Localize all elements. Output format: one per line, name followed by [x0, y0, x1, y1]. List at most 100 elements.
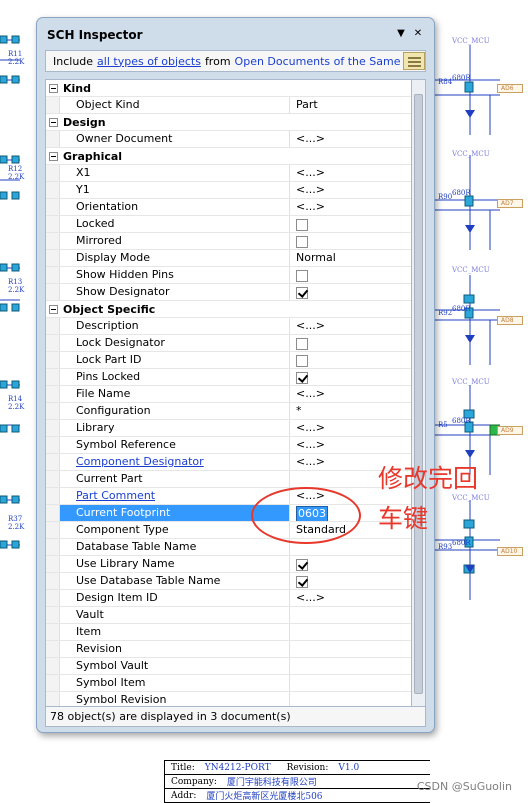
document-scope-link[interactable]: Open Documents of the Same Project — [235, 55, 425, 68]
property-row-vault[interactable]: Vault — [46, 607, 411, 624]
property-name-text: Show Hidden Pins — [76, 268, 174, 281]
property-row-description[interactable]: Description <...> — [46, 318, 411, 335]
property-row-mirrored[interactable]: Mirrored — [46, 233, 411, 250]
checkbox[interactable] — [296, 354, 308, 367]
collapse-icon[interactable] — [49, 304, 58, 314]
property-row-component-designator[interactable]: Component Designator <...> — [46, 454, 411, 471]
scrollbar-thumb[interactable] — [414, 94, 423, 694]
property-value[interactable] — [290, 233, 411, 249]
ref-label: R90 — [438, 193, 453, 201]
property-value[interactable]: <...> — [290, 437, 411, 453]
property-value[interactable] — [290, 624, 411, 640]
checkbox[interactable] — [296, 218, 308, 231]
checkbox[interactable] — [296, 371, 308, 384]
close-icon[interactable]: ✕ — [411, 28, 425, 39]
property-value[interactable]: Normal — [290, 250, 411, 266]
category-object-specific[interactable]: Object Specific — [46, 301, 411, 318]
checkbox[interactable] — [296, 575, 308, 588]
checkbox[interactable] — [296, 269, 308, 282]
category-graphical[interactable]: Graphical — [46, 148, 411, 165]
property-row-current-part[interactable]: Current Part — [46, 471, 411, 488]
property-row-library[interactable]: Library <...> — [46, 420, 411, 437]
property-value[interactable] — [290, 284, 411, 300]
checkbox[interactable] — [296, 286, 308, 299]
property-name[interactable]: Component Designator — [60, 454, 290, 470]
title-block-row: Addr: 厦门火炬高新区光厦楼北506 — [165, 789, 430, 803]
property-value-text: <...> — [296, 387, 325, 400]
property-row-display-mode[interactable]: Display Mode Normal — [46, 250, 411, 267]
property-row-symbol-revision[interactable]: Symbol Revision — [46, 692, 411, 706]
property-row-lock-part-id[interactable]: Lock Part ID — [46, 352, 411, 369]
property-name: Item — [60, 624, 290, 640]
property-row-x1[interactable]: X1 <...> — [46, 165, 411, 182]
property-row-locked[interactable]: Locked — [46, 216, 411, 233]
panel-menu-icon[interactable]: ▼ — [394, 28, 408, 39]
property-row-y1[interactable]: Y1 <...> — [46, 182, 411, 199]
property-row-object-kind[interactable]: Object Kind Part — [46, 97, 411, 114]
property-row-item[interactable]: Item — [46, 624, 411, 641]
property-row-revision[interactable]: Revision — [46, 641, 411, 658]
property-value[interactable]: <...> — [290, 386, 411, 402]
property-value[interactable] — [290, 658, 411, 674]
property-row-database-table-name[interactable]: Database Table Name — [46, 539, 411, 556]
property-row-orientation[interactable]: Orientation <...> — [46, 199, 411, 216]
property-row-show-designator[interactable]: Show Designator — [46, 284, 411, 301]
property-row-show-hidden-pins[interactable]: Show Hidden Pins — [46, 267, 411, 284]
property-value[interactable] — [290, 675, 411, 691]
property-value[interactable]: <...> — [290, 420, 411, 436]
checkbox[interactable] — [296, 558, 308, 571]
property-value[interactable]: <...> — [290, 199, 411, 215]
panel-title: SCH Inspector — [47, 28, 143, 42]
property-row-owner-document[interactable]: Owner Document <...> — [46, 131, 411, 148]
property-name-text: Current Part — [76, 472, 143, 485]
property-value[interactable] — [290, 692, 411, 706]
property-value[interactable]: * — [290, 403, 411, 419]
property-row-lock-designator[interactable]: Lock Designator — [46, 335, 411, 352]
property-name[interactable]: Part Comment — [60, 488, 290, 504]
property-value[interactable] — [290, 369, 411, 385]
property-row-use-database-table-name[interactable]: Use Database Table Name — [46, 573, 411, 590]
property-value[interactable]: <...> — [290, 131, 411, 147]
property-value[interactable] — [290, 352, 411, 368]
company-key: Company: — [171, 776, 217, 787]
checkbox[interactable] — [296, 337, 308, 350]
property-name-text: Display Mode — [76, 251, 151, 264]
property-value[interactable]: <...> — [290, 590, 411, 606]
property-row-design-item-id[interactable]: Design Item ID <...> — [46, 590, 411, 607]
row-gutter — [46, 233, 60, 249]
panel-titlebar[interactable]: SCH Inspector ▼ ✕ — [37, 18, 434, 52]
category-title: Design — [63, 115, 106, 129]
property-row-configuration[interactable]: Configuration * — [46, 403, 411, 420]
category-kind[interactable]: Kind — [46, 80, 411, 97]
row-gutter — [46, 675, 60, 691]
property-value[interactable] — [290, 216, 411, 232]
collapse-icon[interactable] — [49, 117, 58, 127]
property-value[interactable]: <...> — [290, 182, 411, 198]
property-value[interactable] — [290, 607, 411, 623]
collapse-icon[interactable] — [49, 83, 58, 93]
property-row-use-library-name[interactable]: Use Library Name — [46, 556, 411, 573]
object-types-link[interactable]: all types of objects — [97, 55, 201, 68]
property-value[interactable] — [290, 641, 411, 657]
property-row-symbol-vault[interactable]: Symbol Vault — [46, 658, 411, 675]
collapse-icon[interactable] — [49, 151, 58, 161]
property-value[interactable]: Part — [290, 97, 411, 113]
checkbox[interactable] — [296, 235, 308, 248]
property-value[interactable] — [290, 335, 411, 351]
property-value[interactable]: <...> — [290, 165, 411, 181]
property-value[interactable] — [290, 573, 411, 589]
ref-label: R84 — [438, 78, 453, 86]
property-row-file-name[interactable]: File Name <...> — [46, 386, 411, 403]
property-row-symbol-reference[interactable]: Symbol Reference <...> — [46, 437, 411, 454]
filter-options-icon[interactable] — [403, 52, 425, 70]
property-row-symbol-item[interactable]: Symbol Item — [46, 675, 411, 692]
category-design[interactable]: Design — [46, 114, 411, 131]
vertical-scrollbar[interactable] — [412, 79, 426, 707]
ref-label: R11 — [8, 50, 23, 58]
property-row-pins-locked[interactable]: Pins Locked — [46, 369, 411, 386]
property-value[interactable] — [290, 556, 411, 572]
property-value[interactable] — [290, 267, 411, 283]
revision-value: V1.0 — [338, 762, 360, 773]
property-row-part-comment[interactable]: Part Comment <...> — [46, 488, 411, 505]
property-value[interactable]: <...> — [290, 318, 411, 334]
